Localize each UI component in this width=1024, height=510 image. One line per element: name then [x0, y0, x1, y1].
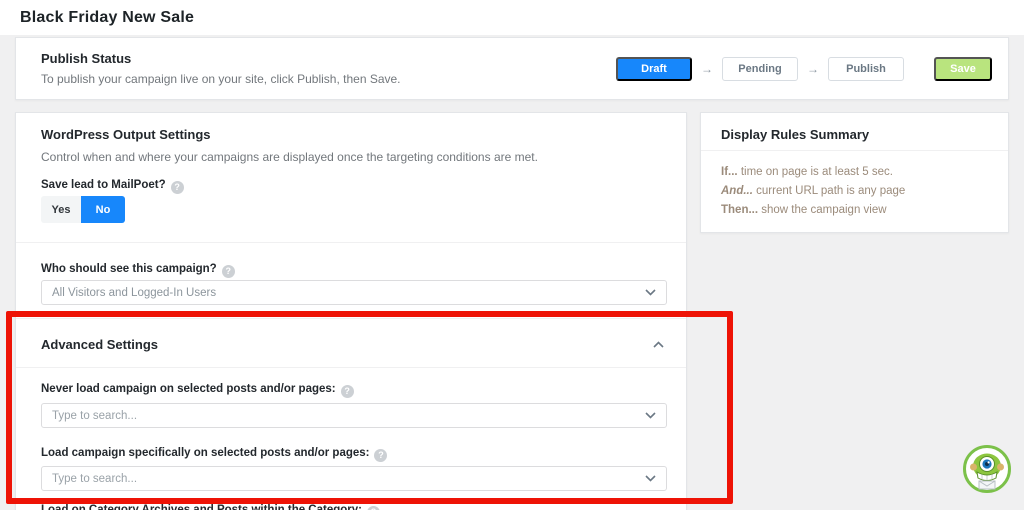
arrow-icon: →: [807, 61, 819, 76]
chevron-down-icon: [645, 289, 656, 296]
save-button[interactable]: Save: [934, 56, 992, 81]
output-settings-heading: WordPress Output Settings: [41, 127, 211, 142]
draft-button[interactable]: Draft: [616, 56, 692, 81]
output-settings-description: Control when and where your campaigns ar…: [41, 150, 538, 164]
help-icon[interactable]: ?: [221, 265, 235, 278]
chevron-down-icon: [645, 475, 656, 482]
load-specific-select[interactable]: [41, 466, 667, 491]
who-should-see-select[interactable]: [41, 280, 667, 305]
who-should-see-label: Who should see this campaign?: [41, 263, 217, 275]
never-load-search-input[interactable]: [42, 404, 645, 427]
category-archives-label: Load on Category Archives and Posts with…: [41, 504, 362, 510]
divider: [701, 150, 1008, 151]
publish-status-card: Publish Status To publish your campaign …: [15, 37, 1009, 100]
top-bar: Black Friday New Sale: [0, 0, 1024, 35]
publish-status-description: To publish your campaign live on your si…: [41, 72, 401, 86]
mailpoet-label: Save lead to MailPoet?: [41, 179, 166, 191]
arrow-icon: →: [701, 61, 713, 76]
chevron-down-icon: [645, 412, 656, 419]
load-specific-search-input[interactable]: [42, 467, 645, 490]
divider: [16, 367, 686, 368]
display-rules-heading: Display Rules Summary: [721, 127, 870, 142]
chevron-up-icon[interactable]: [653, 341, 664, 348]
help-icon[interactable]: ?: [340, 385, 354, 398]
page-title: Black Friday New Sale: [20, 8, 195, 26]
publish-status-heading: Publish Status: [41, 51, 132, 66]
display-rules-card: Display Rules Summary If... time on page…: [700, 112, 1009, 233]
optinmonster-mascot-button[interactable]: [963, 445, 1011, 493]
rule-then: Then... show the campaign view: [721, 204, 887, 216]
help-icon[interactable]: ?: [170, 181, 184, 194]
help-icon[interactable]: ?: [374, 449, 388, 462]
who-should-see-value[interactable]: [42, 281, 645, 304]
publish-button[interactable]: Publish: [828, 56, 904, 81]
pending-button[interactable]: Pending: [722, 56, 798, 81]
divider: [16, 318, 686, 319]
rule-and: And... current URL path is any page: [721, 185, 906, 197]
output-settings-card: WordPress Output Settings Control when a…: [15, 112, 687, 510]
load-specific-label: Load campaign specifically on selected p…: [41, 447, 370, 459]
mailpoet-toggle-yes[interactable]: Yes: [41, 196, 81, 223]
help-icon[interactable]: ?: [366, 506, 380, 510]
advanced-settings-heading: Advanced Settings: [41, 337, 159, 352]
mailpoet-toggle-no[interactable]: No: [81, 196, 125, 223]
never-load-select[interactable]: [41, 403, 667, 428]
app-window: Black Friday New Sale Publish Status To …: [0, 0, 1024, 510]
divider: [16, 242, 686, 243]
mailpoet-toggle: Yes No: [41, 196, 125, 223]
never-load-label: Never load campaign on selected posts an…: [41, 383, 336, 395]
rule-if: If... time on page is at least 5 sec.: [721, 166, 893, 178]
